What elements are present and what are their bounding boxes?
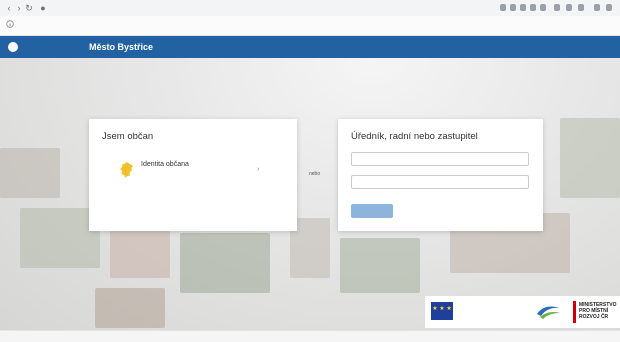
password-field[interactable] xyxy=(351,175,529,189)
extension-icon[interactable] xyxy=(540,4,546,11)
eu-flag-icon: ★ ★ ★ xyxy=(431,302,453,320)
back-arrow-icon[interactable]: ‹ xyxy=(4,3,14,13)
extension-icon[interactable] xyxy=(606,4,612,11)
citizen-identity-label[interactable]: Identita občana xyxy=(141,161,189,168)
ministry-logo-icon xyxy=(573,301,576,323)
reload-icon[interactable]: ↻ xyxy=(24,3,34,13)
username-field[interactable] xyxy=(351,152,529,166)
iop-logo-icon xyxy=(537,306,560,319)
official-card-title: Úředník, radní nebo zastupitel xyxy=(351,131,478,142)
extension-icon[interactable] xyxy=(520,4,526,11)
citizen-card: Jsem občan Identita občana › xyxy=(89,119,297,231)
forward-arrow-icon[interactable]: › xyxy=(14,3,24,13)
page-footer xyxy=(0,330,620,342)
official-login-card: Úředník, radní nebo zastupitel xyxy=(338,119,543,231)
or-separator: nebo xyxy=(309,171,321,177)
extension-icon[interactable] xyxy=(500,4,506,11)
extension-icon[interactable] xyxy=(566,4,572,11)
info-icon xyxy=(6,20,14,28)
browser-toolbar: ‹ › ↻ ● xyxy=(0,0,620,16)
extension-icon[interactable] xyxy=(594,4,600,11)
lock-icon: ● xyxy=(40,3,46,13)
app-title[interactable]: Město Bystřice xyxy=(89,42,153,52)
citizen-card-title: Jsem občan xyxy=(102,131,154,142)
partner-logos: ★ ★ ★ MINISTERSTVO PRO MÍSTNÍ ROZVOJ ČR xyxy=(425,296,620,328)
address-bar[interactable] xyxy=(52,3,452,13)
app-header: Město Bystřice xyxy=(0,36,620,58)
app-logo-icon[interactable] xyxy=(8,42,18,52)
chevron-right-icon[interactable]: › xyxy=(257,166,259,173)
notice-bar xyxy=(0,16,620,36)
extension-icon[interactable] xyxy=(510,4,516,11)
extension-icon[interactable] xyxy=(530,4,536,11)
login-button[interactable] xyxy=(351,204,393,218)
lion-icon xyxy=(120,162,133,178)
extension-icon[interactable] xyxy=(554,4,560,11)
extension-icon[interactable] xyxy=(578,4,584,11)
ministry-name: MINISTERSTVO PRO MÍSTNÍ ROZVOJ ČR xyxy=(579,302,617,320)
